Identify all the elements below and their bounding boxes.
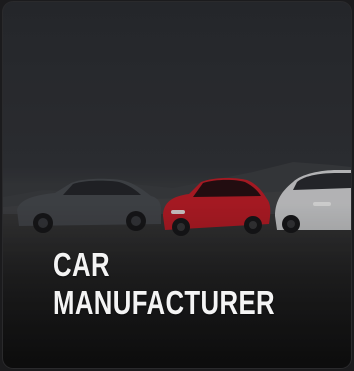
card-title-line2: MANUFACTURER	[53, 284, 276, 321]
category-card[interactable]: CAR MANUFACTURER	[3, 2, 351, 368]
card-title-line1: CAR	[53, 246, 110, 283]
card-title: CAR MANUFACTURER	[53, 246, 275, 322]
